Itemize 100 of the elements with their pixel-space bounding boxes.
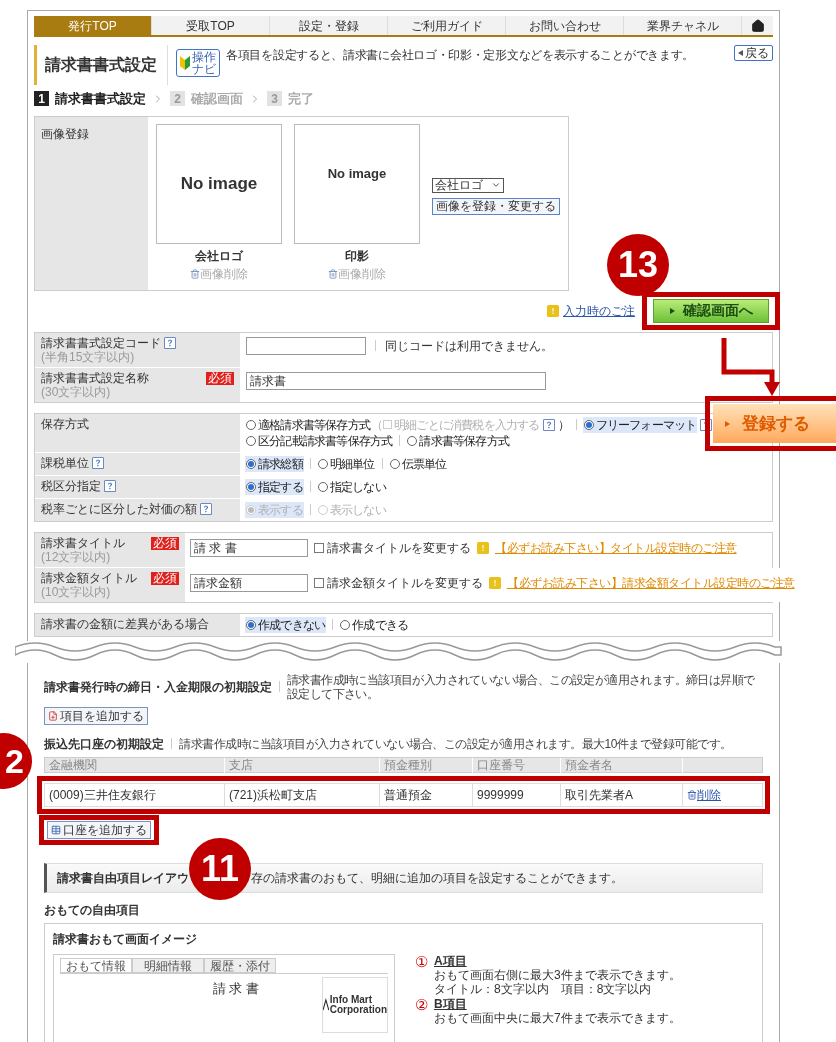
- field-note: 同じコードは利用できません。: [385, 337, 553, 355]
- table-cell: 9999999: [473, 783, 561, 806]
- field-label: 税率ごとに区分した対価の額: [41, 501, 197, 517]
- field-hint: (30文字以内): [41, 385, 112, 399]
- item-description: おもて画面中央に最大7件まで表示できます。: [434, 1010, 681, 1025]
- required-badge: 必須: [151, 571, 179, 585]
- radio-option[interactable]: 明細単位: [316, 455, 376, 472]
- table-icon: [51, 824, 61, 835]
- bracket: ）: [557, 416, 570, 433]
- warning-icon: [477, 541, 489, 554]
- radio-option[interactable]: 作成できない: [245, 616, 327, 633]
- required-badge: 必須: [206, 371, 234, 385]
- help-icon[interactable]: [200, 503, 212, 515]
- nav-tab[interactable]: 受取TOP: [152, 16, 270, 35]
- section-description: 存の請求書のおもて、明細に追加の項目を設定することができます。: [251, 869, 623, 887]
- section-title: 振込先口座の初期設定: [44, 735, 164, 753]
- step-label: 確認画面: [191, 90, 243, 108]
- radio-option[interactable]: 指定する: [245, 478, 304, 495]
- field-hint: (12文字以内): [41, 550, 112, 564]
- item-description: タイトル：8文字以内 項目：8文字以内: [434, 981, 653, 996]
- radio-option[interactable]: フリーフォーマット: [582, 416, 698, 433]
- triangle-icon: [725, 420, 730, 427]
- beginner-mark-icon: [180, 56, 190, 70]
- checkbox-option[interactable]: 請求書タイトルを変更する: [314, 538, 471, 557]
- home-icon[interactable]: [750, 18, 765, 33]
- image-preview-field[interactable]: No image: [294, 123, 420, 244]
- text-field[interactable]: 請求書: [246, 371, 546, 390]
- nav-tab[interactable]: 発行TOP: [34, 16, 152, 35]
- trash-icon: [687, 789, 697, 800]
- column-header: 口座番号: [473, 757, 561, 773]
- chevron-down-icon: [491, 180, 501, 190]
- delete-link[interactable]: 削除: [683, 783, 762, 806]
- guide-label: ナビ: [192, 63, 216, 75]
- help-icon[interactable]: [542, 418, 555, 431]
- text-field[interactable]: [246, 336, 366, 355]
- text-field[interactable]: 請 求 書: [190, 538, 308, 557]
- section-note: 請求書作成時に当該項目が入力されていない場合、この設定が適用されます。最大10件まで登録可能です。: [179, 735, 732, 753]
- back-button[interactable]: 戻る: [734, 45, 773, 61]
- image-preview-field[interactable]: No image: [156, 123, 282, 244]
- marker-badge: 2: [0, 733, 32, 789]
- guide-label: 操作: [192, 51, 216, 63]
- register-image-button[interactable]: 画像を登録・変更する: [432, 197, 560, 215]
- help-icon[interactable]: [104, 480, 116, 492]
- guide-button[interactable]: 操作 ナビ: [176, 49, 220, 77]
- radio-option[interactable]: 適格請求書等保存方式: [245, 416, 371, 433]
- table-cell: 普通預金: [380, 783, 473, 806]
- confirm-button[interactable]: 確認画面へ: [653, 298, 769, 323]
- radio-option[interactable]: 請求書等保存方式: [406, 432, 510, 449]
- required-badge: 必須: [151, 536, 179, 550]
- preview-title: 請 求 書: [211, 979, 261, 998]
- field-label: 税区分指定: [41, 478, 101, 494]
- field-hint: (10文字以内): [41, 585, 112, 599]
- logo-mark-icon: [323, 996, 329, 1013]
- text-field[interactable]: 請求金額: [190, 573, 308, 592]
- card-title: 請求書おもて画面イメージ: [53, 930, 198, 948]
- nav-tab[interactable]: お問い合わせ: [506, 16, 624, 35]
- step-label: 請求書書式設定: [55, 90, 146, 108]
- trash-icon: [190, 268, 200, 279]
- radio-option[interactable]: 請求総額: [245, 455, 304, 472]
- triangle-icon: [669, 307, 675, 314]
- help-icon[interactable]: [92, 457, 104, 469]
- add-item-button[interactable]: 項目を追加する: [44, 706, 148, 725]
- help-icon[interactable]: [164, 337, 176, 349]
- field-label: 請求書書式設定コード: [41, 335, 161, 351]
- nav-tab[interactable]: 設定・登録: [270, 16, 388, 35]
- column-header: 預金者名: [561, 757, 683, 773]
- section-note: 請求書作成時に当該項目が入力されていない場合、この設定が適用されます。締日は昇順で設定して下さい。: [287, 672, 756, 701]
- field-label: 画像登録: [41, 126, 89, 141]
- marker-badge: 13: [607, 234, 669, 296]
- item-title: A項目: [434, 953, 468, 968]
- notice-link[interactable]: 入力時のご注: [563, 301, 635, 320]
- field-label: 請求書書式設定名称: [41, 370, 149, 386]
- field-label: 課税単位: [41, 455, 89, 471]
- radio-option[interactable]: 作成できる: [339, 616, 410, 633]
- table-cell: (721)浜松町支店: [225, 783, 380, 806]
- triangle-icon: [738, 50, 743, 56]
- warning-icon: [547, 304, 559, 317]
- nav-tab[interactable]: 業界チャネル: [624, 16, 742, 35]
- field-hint: (半角15文字以内): [41, 350, 136, 364]
- radio-option[interactable]: 指定しない: [316, 478, 387, 495]
- radio-option[interactable]: 区分記載請求書等保存方式: [245, 432, 394, 449]
- page-description: 各項目を設定すると、請求書に会社ロゴ・印影・定形文などを表示することができます。: [226, 47, 695, 64]
- nav-tab[interactable]: ご利用ガイド: [388, 16, 506, 35]
- step-number: 3: [267, 91, 282, 107]
- step-number: 2: [170, 91, 185, 107]
- table-cell: (0009)三井住友銀行: [45, 783, 225, 806]
- step-label: 完了: [288, 90, 314, 108]
- item-description: おもて画面右側に最大3件まで表示できます。: [434, 967, 681, 982]
- radio-option[interactable]: 伝票単位: [388, 455, 448, 472]
- image-caption: 印影: [345, 247, 369, 265]
- step-number: 1: [34, 91, 49, 107]
- logo-text: Info Mart: [329, 994, 373, 1005]
- add-account-button[interactable]: 口座を追加する: [47, 820, 151, 839]
- warning-icon: [489, 576, 501, 589]
- section-heading: 請求書自由項目レイアウ: [57, 869, 189, 887]
- checkbox-option[interactable]: 請求金額タイトルを変更する: [314, 573, 483, 592]
- image-type-select[interactable]: 会社ロゴ: [432, 177, 504, 193]
- item-number: ②: [415, 996, 428, 1015]
- logo-text: Corporation: [329, 1004, 387, 1015]
- add-file-icon: [48, 710, 58, 721]
